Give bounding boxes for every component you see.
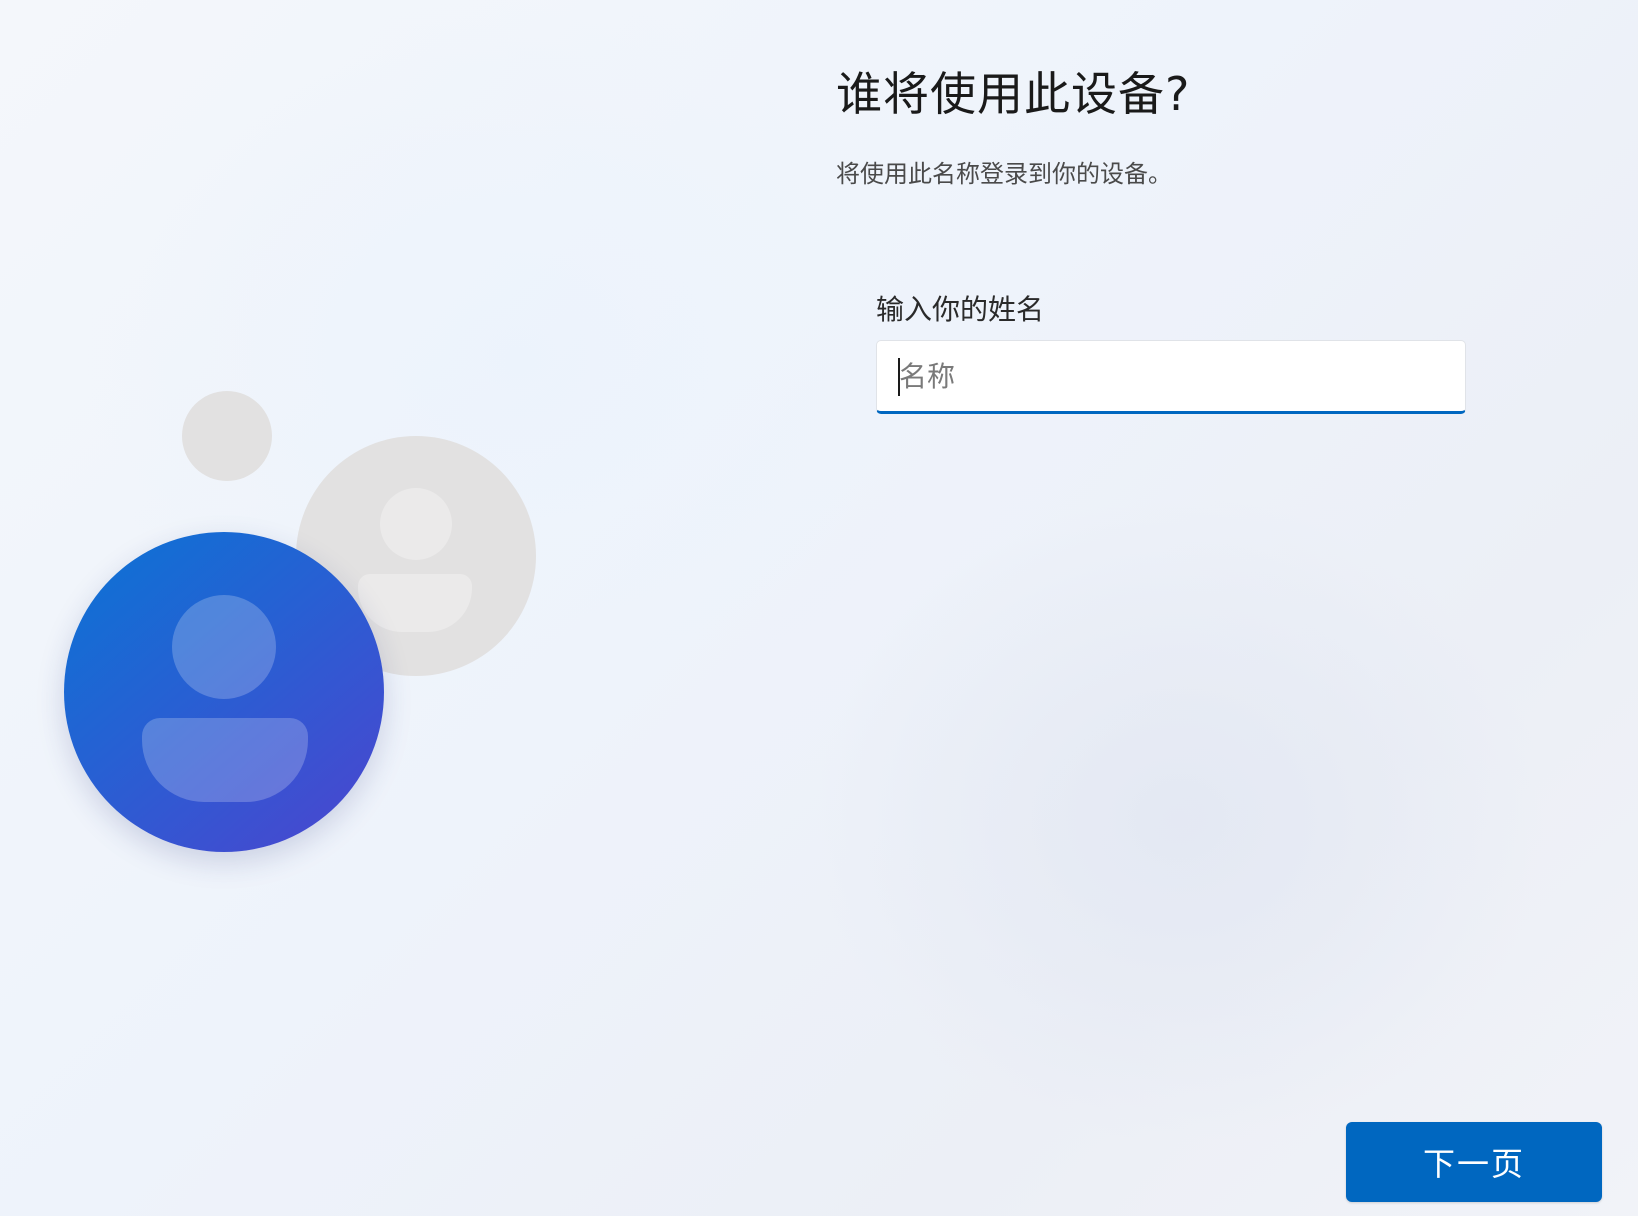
text-caret — [898, 358, 900, 396]
page-title: 谁将使用此设备? — [836, 67, 1191, 121]
primary-person-body — [142, 718, 308, 802]
decorative-dot — [182, 391, 272, 481]
primary-person-icon — [64, 532, 384, 852]
primary-person-head — [172, 595, 276, 699]
secondary-person-head — [380, 488, 452, 560]
next-button[interactable]: 下一页 — [1346, 1122, 1602, 1202]
people-avatars-illustration — [0, 0, 700, 1216]
name-input[interactable] — [877, 341, 1465, 411]
name-field-label: 输入你的姓名 — [876, 293, 1045, 326]
page-subtitle: 将使用此名称登录到你的设备。 — [836, 160, 1172, 188]
secondary-person-body — [358, 574, 472, 632]
name-field[interactable] — [876, 340, 1466, 414]
